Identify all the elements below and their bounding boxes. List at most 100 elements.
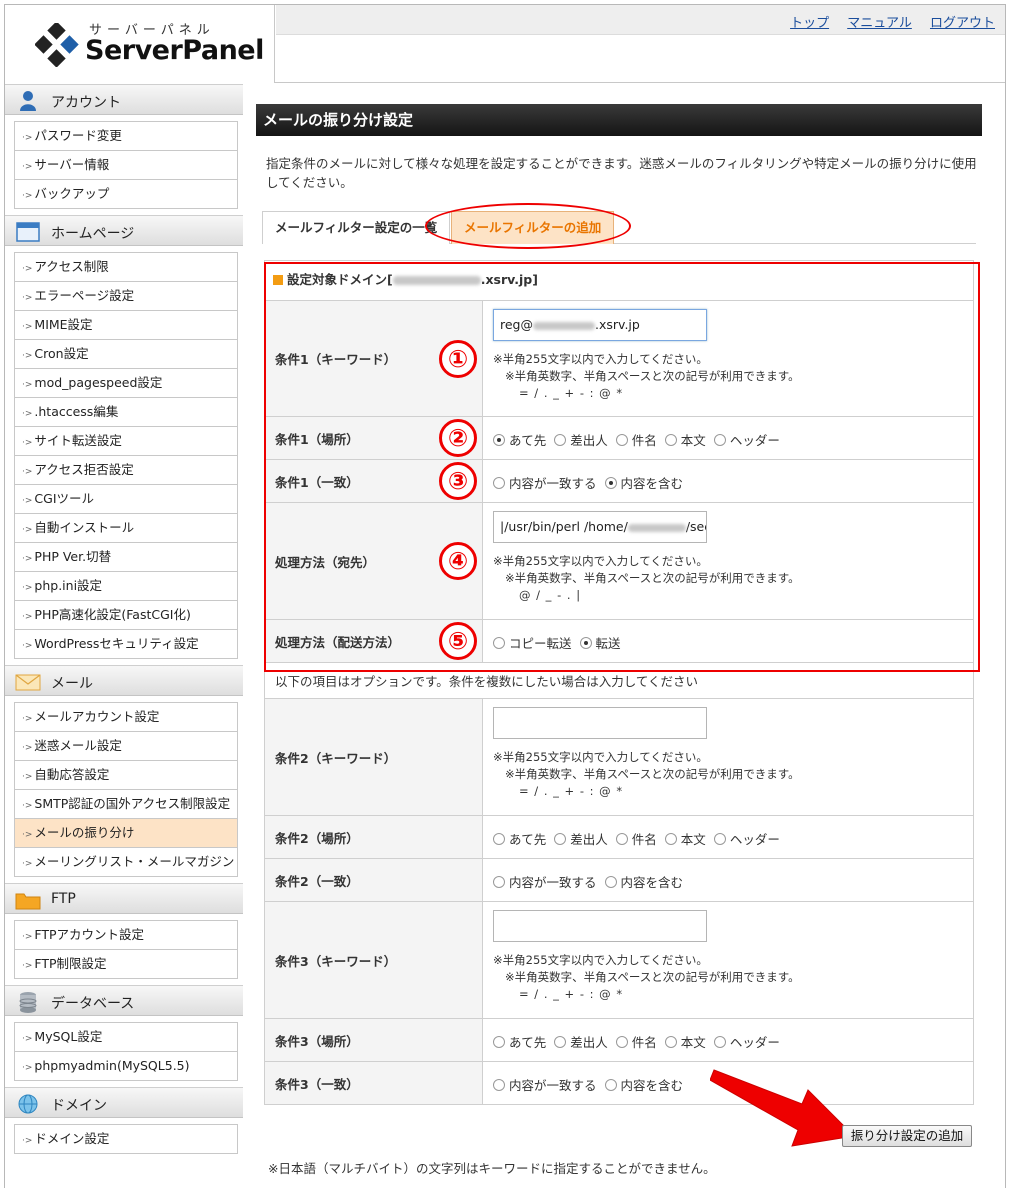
link-top[interactable]: トップ	[790, 16, 829, 31]
sidebar-item[interactable]: ·> メールアカウント設定	[15, 703, 237, 732]
sidebar-item[interactable]: ·> WordPressセキュリティ設定	[15, 630, 237, 659]
radio-button[interactable]	[664, 434, 677, 446]
link-manual[interactable]: マニュアル	[847, 16, 912, 31]
radio-button[interactable]	[604, 876, 617, 888]
add-filter-button[interactable]: 振り分け設定の追加	[842, 1125, 972, 1147]
sidebar-item[interactable]: ·> メールの振り分け	[15, 819, 237, 848]
radio-button[interactable]	[493, 833, 505, 845]
sidebar-item[interactable]: ·> php.ini設定	[15, 572, 237, 601]
sidebar-item-label: バックアップ	[34, 186, 110, 201]
sidebar-item[interactable]: ·> PHP高速化設定(FastCGI化)	[15, 601, 237, 630]
radio-option[interactable]: あて先	[493, 1032, 546, 1051]
radio-button[interactable]	[664, 1036, 677, 1048]
radio-option[interactable]: 本文	[664, 1032, 706, 1051]
radio-option[interactable]: ヘッダー	[713, 829, 780, 848]
radio-button[interactable]	[579, 637, 592, 649]
globe-icon	[15, 1093, 41, 1115]
radio-button[interactable]	[604, 477, 617, 489]
sidebar-item[interactable]: ·> Cron設定	[15, 340, 237, 369]
sidebar-item[interactable]: ·> .htaccess編集	[15, 398, 237, 427]
radio-option[interactable]: 差出人	[554, 430, 608, 449]
radio-button[interactable]	[493, 434, 505, 446]
radio-button[interactable]	[664, 833, 677, 845]
label-cond3-keyword: 条件3（キーワード）	[265, 902, 483, 1018]
sidebar-item[interactable]: ·> バックアップ	[15, 180, 237, 209]
radio-label: 本文	[680, 1035, 706, 1050]
radio-button[interactable]	[713, 833, 726, 845]
radio-button[interactable]	[615, 1036, 628, 1048]
sidebar-item[interactable]: ·> アクセス拒否設定	[15, 456, 237, 485]
sidebar-item-label: SMTP認証の国外アクセス制限設定	[34, 796, 231, 811]
radio-option[interactable]: 件名	[615, 829, 657, 848]
radio-option[interactable]: 内容が一致する	[493, 872, 597, 891]
sidebar-item[interactable]: ·> CGIツール	[15, 485, 237, 514]
sidebar-item[interactable]: ·> MySQL設定	[15, 1023, 237, 1052]
cond1-keyword-input[interactable]: reg@ .xsrv.jp	[493, 309, 707, 341]
radio-option[interactable]: ヘッダー	[713, 430, 780, 449]
sidebar-item[interactable]: ·> エラーページ設定	[15, 282, 237, 311]
header: サーバーパネル ServerPanel トップ マニュアル ログアウト	[5, 5, 1005, 83]
radio-option[interactable]: 内容を含む	[604, 473, 683, 492]
sidebar-item[interactable]: ·> メーリングリスト・メールマガジン	[15, 848, 237, 877]
cond3-keyword-input[interactable]	[493, 910, 707, 942]
destination-input[interactable]: |/usr/bin/perl /home/ /see	[493, 511, 707, 543]
sidebar-item[interactable]: ·> FTPアカウント設定	[15, 921, 237, 950]
radio-button[interactable]	[493, 876, 505, 888]
radio-option[interactable]: 差出人	[554, 829, 608, 848]
radio-option[interactable]: 本文	[664, 829, 706, 848]
radio-option[interactable]: 本文	[664, 430, 706, 449]
sidebar-item[interactable]: ·> パスワード変更	[15, 122, 237, 151]
radio-button[interactable]	[493, 1079, 505, 1091]
sidebar-section-title: メール	[51, 676, 93, 692]
radio-option[interactable]: あて先	[493, 829, 546, 848]
radio-option[interactable]: 内容が一致する	[493, 1075, 597, 1094]
input-note: ※半角255文字以内で入力してください。 ※半角英数字、半角スペースと次の記号が利…	[493, 553, 963, 604]
radio-option[interactable]: 転送	[579, 633, 621, 652]
logo[interactable]: サーバーパネル ServerPanel	[5, 5, 275, 83]
sidebar-item[interactable]: ·> FTP制限設定	[15, 950, 237, 979]
sidebar-item-label: MySQL設定	[34, 1029, 103, 1044]
radio-button[interactable]	[554, 833, 567, 845]
radio-button[interactable]	[554, 1036, 567, 1048]
link-logout[interactable]: ログアウト	[930, 16, 995, 31]
sidebar-item[interactable]: ·> mod_pagespeed設定	[15, 369, 237, 398]
radio-button[interactable]	[713, 1036, 726, 1048]
sidebar-item[interactable]: ·> phpmyadmin(MySQL5.5)	[15, 1052, 237, 1081]
radio-button[interactable]	[604, 1079, 617, 1091]
radio-button[interactable]	[493, 477, 505, 489]
sidebar-item[interactable]: ·> サイト転送設定	[15, 427, 237, 456]
radio-option[interactable]: 差出人	[554, 1032, 608, 1051]
sidebar-item[interactable]: ·> ドメイン設定	[15, 1125, 237, 1154]
radio-label: あて先	[509, 832, 547, 847]
radio-option[interactable]: ヘッダー	[713, 1032, 780, 1051]
tab-filter-list[interactable]: メールフィルター設定の一覧	[262, 211, 451, 244]
radio-button[interactable]	[493, 637, 505, 649]
cond2-keyword-input[interactable]	[493, 707, 707, 739]
sidebar-item[interactable]: ·> SMTP認証の国外アクセス制限設定	[15, 790, 237, 819]
sidebar-item[interactable]: ·> PHP Ver.切替	[15, 543, 237, 572]
radio-option[interactable]: 内容を含む	[604, 872, 683, 891]
sidebar-item[interactable]: ·> MIME設定	[15, 311, 237, 340]
label-text: 条件1（一致）	[275, 474, 359, 490]
radio-button[interactable]	[713, 434, 726, 446]
radio-option[interactable]: 件名	[615, 430, 657, 449]
sidebar-item-label: PHP Ver.切替	[34, 549, 112, 564]
sidebar-item-label: PHP高速化設定(FastCGI化)	[34, 607, 191, 622]
annotation-4: ④	[439, 542, 477, 580]
radio-option[interactable]: 件名	[615, 1032, 657, 1051]
radio-button[interactable]	[615, 434, 628, 446]
radio-option[interactable]: コピー転送	[493, 633, 572, 652]
sidebar-section-4: データベース	[5, 985, 243, 1016]
radio-button[interactable]	[493, 1036, 505, 1048]
sidebar-item[interactable]: ·> 自動インストール	[15, 514, 237, 543]
sidebar-item[interactable]: ·> 自動応答設定	[15, 761, 237, 790]
radio-option[interactable]: 内容を含む	[604, 1075, 683, 1094]
radio-option[interactable]: あて先	[493, 430, 546, 449]
radio-option[interactable]: 内容が一致する	[493, 473, 597, 492]
sidebar-item[interactable]: ·> 迷惑メール設定	[15, 732, 237, 761]
tab-highlight-ring	[425, 203, 631, 249]
radio-button[interactable]	[554, 434, 567, 446]
sidebar-item[interactable]: ·> アクセス制限	[15, 253, 237, 282]
radio-button[interactable]	[615, 833, 628, 845]
sidebar-item[interactable]: ·> サーバー情報	[15, 151, 237, 180]
